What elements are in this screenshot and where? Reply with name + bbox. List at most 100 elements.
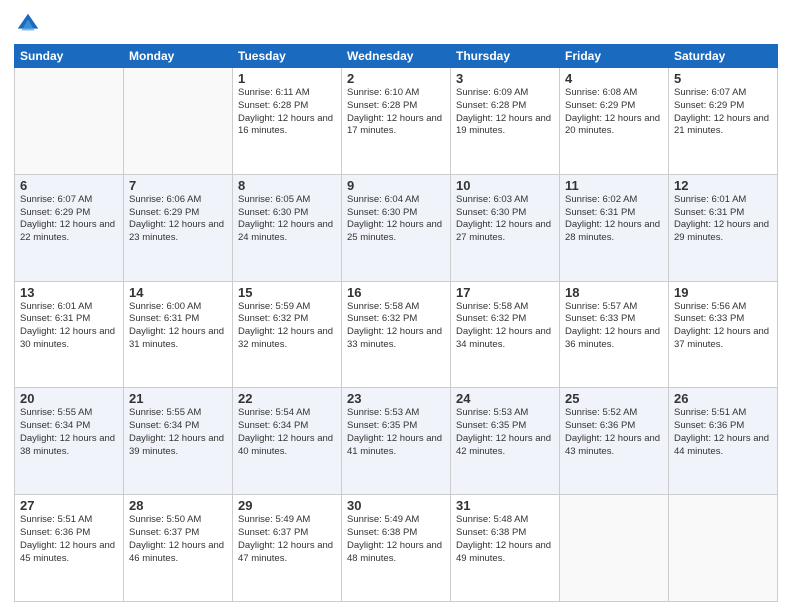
day-detail: Sunrise: 6:06 AMSunset: 6:29 PMDaylight:… — [129, 194, 227, 245]
day-number: 20 — [20, 391, 118, 406]
calendar-cell: 12Sunrise: 6:01 AMSunset: 6:31 PMDayligh… — [669, 174, 778, 281]
day-detail: Sunrise: 6:07 AMSunset: 6:29 PMDaylight:… — [674, 87, 772, 138]
day-detail: Sunrise: 5:51 AMSunset: 6:36 PMDaylight:… — [20, 514, 118, 565]
day-number: 24 — [456, 391, 554, 406]
day-detail: Sunrise: 5:59 AMSunset: 6:32 PMDaylight:… — [238, 301, 336, 352]
day-detail: Sunrise: 5:53 AMSunset: 6:35 PMDaylight:… — [347, 407, 445, 458]
day-number: 29 — [238, 498, 336, 513]
calendar-cell — [669, 495, 778, 602]
header-monday: Monday — [124, 45, 233, 68]
day-number: 22 — [238, 391, 336, 406]
day-number: 9 — [347, 178, 445, 193]
day-number: 6 — [20, 178, 118, 193]
day-number: 17 — [456, 285, 554, 300]
day-number: 10 — [456, 178, 554, 193]
header-friday: Friday — [560, 45, 669, 68]
day-number: 8 — [238, 178, 336, 193]
calendar: Sunday Monday Tuesday Wednesday Thursday… — [14, 44, 778, 602]
calendar-cell — [124, 68, 233, 175]
day-detail: Sunrise: 5:51 AMSunset: 6:36 PMDaylight:… — [674, 407, 772, 458]
calendar-cell: 3Sunrise: 6:09 AMSunset: 6:28 PMDaylight… — [451, 68, 560, 175]
calendar-cell: 16Sunrise: 5:58 AMSunset: 6:32 PMDayligh… — [342, 281, 451, 388]
day-number: 13 — [20, 285, 118, 300]
day-detail: Sunrise: 6:03 AMSunset: 6:30 PMDaylight:… — [456, 194, 554, 245]
day-number: 19 — [674, 285, 772, 300]
day-number: 3 — [456, 71, 554, 86]
day-number: 30 — [347, 498, 445, 513]
day-detail: Sunrise: 5:52 AMSunset: 6:36 PMDaylight:… — [565, 407, 663, 458]
calendar-cell: 29Sunrise: 5:49 AMSunset: 6:37 PMDayligh… — [233, 495, 342, 602]
calendar-week-row: 13Sunrise: 6:01 AMSunset: 6:31 PMDayligh… — [15, 281, 778, 388]
day-detail: Sunrise: 5:53 AMSunset: 6:35 PMDaylight:… — [456, 407, 554, 458]
day-detail: Sunrise: 5:58 AMSunset: 6:32 PMDaylight:… — [347, 301, 445, 352]
calendar-cell: 20Sunrise: 5:55 AMSunset: 6:34 PMDayligh… — [15, 388, 124, 495]
day-number: 28 — [129, 498, 227, 513]
calendar-cell: 26Sunrise: 5:51 AMSunset: 6:36 PMDayligh… — [669, 388, 778, 495]
day-detail: Sunrise: 6:11 AMSunset: 6:28 PMDaylight:… — [238, 87, 336, 138]
day-detail: Sunrise: 6:01 AMSunset: 6:31 PMDaylight:… — [674, 194, 772, 245]
calendar-cell: 27Sunrise: 5:51 AMSunset: 6:36 PMDayligh… — [15, 495, 124, 602]
day-detail: Sunrise: 5:50 AMSunset: 6:37 PMDaylight:… — [129, 514, 227, 565]
calendar-cell: 15Sunrise: 5:59 AMSunset: 6:32 PMDayligh… — [233, 281, 342, 388]
calendar-cell: 31Sunrise: 5:48 AMSunset: 6:38 PMDayligh… — [451, 495, 560, 602]
header-wednesday: Wednesday — [342, 45, 451, 68]
calendar-cell: 14Sunrise: 6:00 AMSunset: 6:31 PMDayligh… — [124, 281, 233, 388]
day-detail: Sunrise: 6:09 AMSunset: 6:28 PMDaylight:… — [456, 87, 554, 138]
day-number: 27 — [20, 498, 118, 513]
day-number: 16 — [347, 285, 445, 300]
calendar-cell: 6Sunrise: 6:07 AMSunset: 6:29 PMDaylight… — [15, 174, 124, 281]
calendar-cell: 22Sunrise: 5:54 AMSunset: 6:34 PMDayligh… — [233, 388, 342, 495]
calendar-cell: 25Sunrise: 5:52 AMSunset: 6:36 PMDayligh… — [560, 388, 669, 495]
day-detail: Sunrise: 6:10 AMSunset: 6:28 PMDaylight:… — [347, 87, 445, 138]
calendar-cell: 4Sunrise: 6:08 AMSunset: 6:29 PMDaylight… — [560, 68, 669, 175]
day-number: 15 — [238, 285, 336, 300]
day-detail: Sunrise: 5:57 AMSunset: 6:33 PMDaylight:… — [565, 301, 663, 352]
day-detail: Sunrise: 5:49 AMSunset: 6:37 PMDaylight:… — [238, 514, 336, 565]
header-tuesday: Tuesday — [233, 45, 342, 68]
header-saturday: Saturday — [669, 45, 778, 68]
day-detail: Sunrise: 5:54 AMSunset: 6:34 PMDaylight:… — [238, 407, 336, 458]
calendar-cell: 30Sunrise: 5:49 AMSunset: 6:38 PMDayligh… — [342, 495, 451, 602]
day-detail: Sunrise: 5:55 AMSunset: 6:34 PMDaylight:… — [20, 407, 118, 458]
day-number: 31 — [456, 498, 554, 513]
calendar-cell — [15, 68, 124, 175]
calendar-cell: 9Sunrise: 6:04 AMSunset: 6:30 PMDaylight… — [342, 174, 451, 281]
day-detail: Sunrise: 6:04 AMSunset: 6:30 PMDaylight:… — [347, 194, 445, 245]
calendar-cell: 21Sunrise: 5:55 AMSunset: 6:34 PMDayligh… — [124, 388, 233, 495]
header-thursday: Thursday — [451, 45, 560, 68]
logo — [14, 10, 46, 38]
day-detail: Sunrise: 6:07 AMSunset: 6:29 PMDaylight:… — [20, 194, 118, 245]
day-detail: Sunrise: 5:49 AMSunset: 6:38 PMDaylight:… — [347, 514, 445, 565]
logo-icon — [14, 10, 42, 38]
calendar-cell — [560, 495, 669, 602]
weekday-header-row: Sunday Monday Tuesday Wednesday Thursday… — [15, 45, 778, 68]
header — [14, 10, 778, 38]
header-sunday: Sunday — [15, 45, 124, 68]
day-number: 12 — [674, 178, 772, 193]
calendar-week-row: 6Sunrise: 6:07 AMSunset: 6:29 PMDaylight… — [15, 174, 778, 281]
day-detail: Sunrise: 6:00 AMSunset: 6:31 PMDaylight:… — [129, 301, 227, 352]
day-number: 14 — [129, 285, 227, 300]
day-detail: Sunrise: 6:08 AMSunset: 6:29 PMDaylight:… — [565, 87, 663, 138]
calendar-cell: 8Sunrise: 6:05 AMSunset: 6:30 PMDaylight… — [233, 174, 342, 281]
calendar-body: 1Sunrise: 6:11 AMSunset: 6:28 PMDaylight… — [15, 68, 778, 602]
calendar-week-row: 1Sunrise: 6:11 AMSunset: 6:28 PMDaylight… — [15, 68, 778, 175]
day-number: 7 — [129, 178, 227, 193]
day-number: 2 — [347, 71, 445, 86]
calendar-cell: 28Sunrise: 5:50 AMSunset: 6:37 PMDayligh… — [124, 495, 233, 602]
day-number: 25 — [565, 391, 663, 406]
day-detail: Sunrise: 6:01 AMSunset: 6:31 PMDaylight:… — [20, 301, 118, 352]
day-number: 11 — [565, 178, 663, 193]
calendar-cell: 24Sunrise: 5:53 AMSunset: 6:35 PMDayligh… — [451, 388, 560, 495]
calendar-week-row: 27Sunrise: 5:51 AMSunset: 6:36 PMDayligh… — [15, 495, 778, 602]
calendar-cell: 7Sunrise: 6:06 AMSunset: 6:29 PMDaylight… — [124, 174, 233, 281]
calendar-cell: 10Sunrise: 6:03 AMSunset: 6:30 PMDayligh… — [451, 174, 560, 281]
day-number: 23 — [347, 391, 445, 406]
calendar-cell: 1Sunrise: 6:11 AMSunset: 6:28 PMDaylight… — [233, 68, 342, 175]
day-detail: Sunrise: 5:58 AMSunset: 6:32 PMDaylight:… — [456, 301, 554, 352]
day-number: 4 — [565, 71, 663, 86]
calendar-cell: 17Sunrise: 5:58 AMSunset: 6:32 PMDayligh… — [451, 281, 560, 388]
calendar-cell: 11Sunrise: 6:02 AMSunset: 6:31 PMDayligh… — [560, 174, 669, 281]
day-detail: Sunrise: 6:02 AMSunset: 6:31 PMDaylight:… — [565, 194, 663, 245]
calendar-cell: 5Sunrise: 6:07 AMSunset: 6:29 PMDaylight… — [669, 68, 778, 175]
